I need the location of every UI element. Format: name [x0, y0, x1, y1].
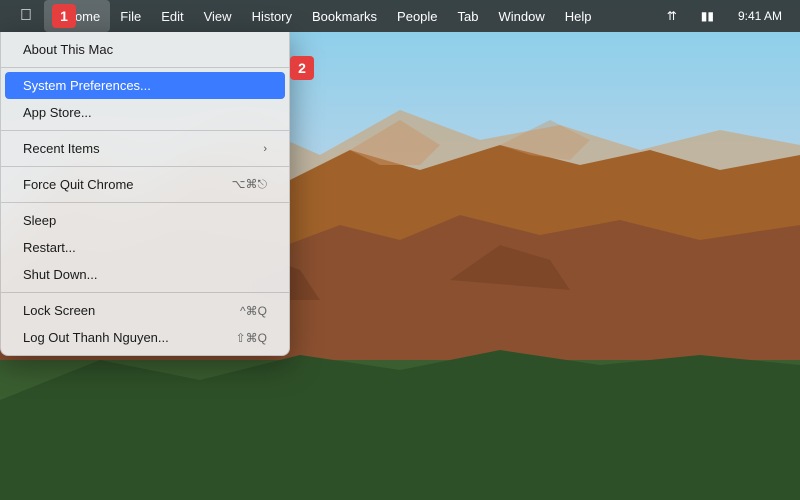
apple-dropdown-menu: About This Mac System Preferences... App…: [0, 32, 290, 356]
menu-sleep[interactable]: Sleep: [5, 207, 285, 234]
menubar-tab[interactable]: Tab: [448, 0, 489, 32]
log-out-shortcut: ⇧⌘Q: [236, 331, 267, 345]
menubar-edit[interactable]: Edit: [151, 0, 193, 32]
menubar-help[interactable]: Help: [555, 0, 602, 32]
menu-force-quit[interactable]: Force Quit Chrome ⌥⌘⎋: [5, 171, 285, 198]
menubar-bookmarks[interactable]: Bookmarks: [302, 0, 387, 32]
apple-menu-button[interactable]: : [8, 0, 44, 32]
menu-lock-screen[interactable]: Lock Screen ^⌘Q: [5, 297, 285, 324]
menubar-history[interactable]: History: [242, 0, 302, 32]
menu-recent-items[interactable]: Recent Items ›: [5, 135, 285, 162]
menu-about-mac[interactable]: About This Mac: [5, 36, 285, 63]
menu-separator-2: [1, 130, 289, 131]
menubar-file[interactable]: File: [110, 0, 151, 32]
menubar-clock[interactable]: 9:41 AM: [728, 0, 792, 32]
menubar-right-items: ⇈ ▮▮ 9:41 AM: [657, 0, 792, 32]
menu-restart[interactable]: Restart...: [5, 234, 285, 261]
menu-system-preferences[interactable]: System Preferences...: [5, 72, 285, 99]
menubar:  Chrome File Edit View History Bookmark…: [0, 0, 800, 32]
menu-shut-down[interactable]: Shut Down...: [5, 261, 285, 288]
menu-app-store[interactable]: App Store...: [5, 99, 285, 126]
menubar-wifi[interactable]: ⇈: [657, 0, 687, 32]
menubar-view[interactable]: View: [194, 0, 242, 32]
menubar-people[interactable]: People: [387, 0, 447, 32]
menubar-battery[interactable]: ▮▮: [691, 0, 724, 32]
menu-separator-1: [1, 67, 289, 68]
menubar-window[interactable]: Window: [489, 0, 555, 32]
menu-log-out[interactable]: Log Out Thanh Nguyen... ⇧⌘Q: [5, 324, 285, 351]
force-quit-shortcut: ⌥⌘⎋: [232, 177, 267, 192]
lock-screen-shortcut: ^⌘Q: [240, 304, 267, 318]
menu-separator-4: [1, 202, 289, 203]
submenu-arrow-icon: ›: [263, 143, 267, 155]
menu-separator-3: [1, 166, 289, 167]
menubar-chrome[interactable]: Chrome: [44, 0, 110, 32]
menu-separator-5: [1, 292, 289, 293]
